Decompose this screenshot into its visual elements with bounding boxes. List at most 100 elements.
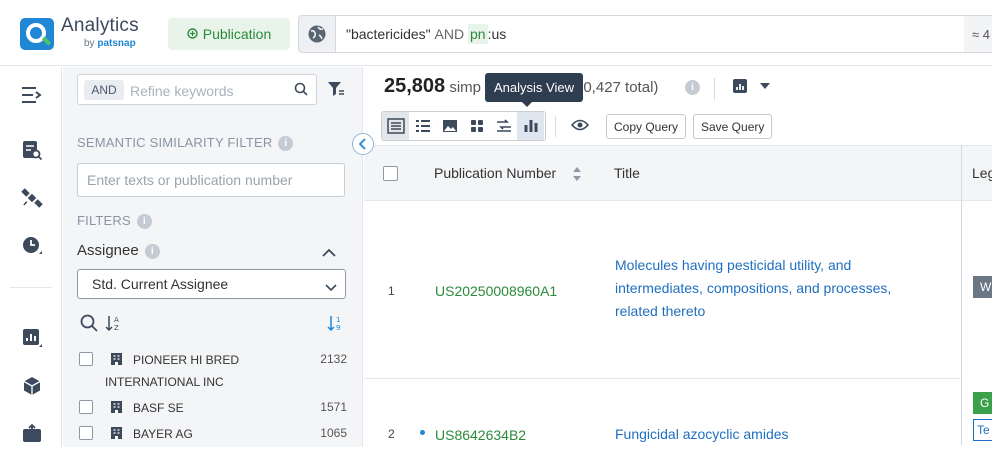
result-count: 25,808 simp 40,427 total) (384, 75, 481, 98)
analysis-view-button[interactable] (517, 112, 544, 140)
history-clock-icon[interactable] (17, 232, 47, 260)
semantic-similarity-input[interactable]: Enter texts or publication number (77, 163, 345, 197)
assignee-name: BASF SE (133, 397, 184, 419)
result-count-label: simp (449, 79, 481, 96)
assignee-item[interactable]: PIONEER HI BRED INTERNATIONAL INC 2132 (77, 352, 347, 392)
menu-expand-icon[interactable] (17, 81, 47, 109)
info-icon[interactable]: i (685, 79, 700, 97)
divider (555, 116, 556, 137)
search-query-input[interactable]: "bactericides" AND pn:us (335, 15, 992, 53)
and-operator-pill[interactable]: AND (84, 80, 124, 100)
col-title[interactable]: Title (614, 165, 640, 181)
table-header: Publication Number Title Leg (364, 145, 992, 201)
left-nav (0, 67, 62, 447)
table-row[interactable]: 2 US8642634B2 Fungicidal azocyclic amide… (364, 380, 961, 450)
sort-alpha-icon[interactable]: AZ (105, 314, 123, 337)
title-link[interactable]: Fungicidal azocyclic amides (615, 423, 915, 446)
col-publication-number[interactable]: Publication Number (434, 165, 556, 181)
row-number: 2 (388, 427, 395, 441)
info-icon[interactable]: i (278, 136, 293, 151)
assignee-name: PIONEER HI BRED (133, 349, 239, 371)
assignee-checkbox[interactable] (79, 400, 93, 414)
results-area: 25,808 simp 40,427 total) Analysis View … (364, 67, 992, 447)
query-term: "bactericides" (346, 26, 431, 42)
filters-heading: FILTERSi (77, 213, 152, 229)
chart-dropdown[interactable] (732, 78, 770, 94)
info-icon[interactable]: i (145, 244, 160, 259)
bar-chart-icon (732, 78, 748, 94)
assignee-type-select[interactable]: Std. Current Assignee (77, 269, 346, 299)
collapse-panel-button[interactable] (352, 133, 374, 155)
info-icon[interactable]: i (137, 214, 152, 229)
image-icon (442, 119, 458, 133)
chevron-up-icon[interactable] (322, 245, 336, 263)
folder-upload-icon[interactable] (17, 419, 47, 447)
search-icon[interactable] (80, 314, 98, 337)
title-link[interactable]: Molecules having pesticidal utility, and… (615, 254, 915, 323)
detail-view-button[interactable] (409, 112, 436, 140)
compare-view-button[interactable] (490, 112, 517, 140)
select-all-checkbox[interactable] (383, 166, 398, 181)
query-operator: AND (435, 26, 465, 42)
grid-icon (470, 119, 484, 133)
result-count-number: 25,808 (384, 75, 445, 97)
publication-number-link[interactable]: US20250008960A1 (435, 283, 557, 299)
grid-view-button[interactable] (463, 112, 490, 140)
nav-divider (10, 287, 52, 288)
publication-mode-button[interactable]: Publication (168, 18, 290, 50)
col-legal-status[interactable]: Leg (972, 165, 992, 181)
analytics-chart-icon[interactable] (17, 324, 47, 352)
assignee-item[interactable]: BASF SE 1571 (77, 400, 347, 420)
image-view-button[interactable] (436, 112, 463, 140)
approx-count: ≈ 4 (964, 16, 992, 52)
assignee-tools: AZ 19 (77, 313, 347, 333)
result-total: 40,427 total) (575, 79, 658, 96)
legal-status-badge: W (973, 276, 992, 298)
filter-settings-icon[interactable] (327, 81, 345, 102)
row-number: 1 (388, 284, 395, 298)
view-mode-toolbar (381, 111, 546, 141)
search-report-icon[interactable] (17, 136, 47, 164)
satellite-icon[interactable] (17, 184, 47, 212)
refine-placeholder: Refine keywords (130, 83, 234, 99)
sort-icon[interactable] (572, 166, 582, 187)
list-view-button[interactable] (382, 112, 409, 140)
assignee-item[interactable]: BAYER AG 1065 (77, 426, 347, 446)
search-icon[interactable] (294, 82, 308, 101)
svg-text:Z: Z (114, 324, 119, 332)
query-field: pn (468, 24, 488, 44)
assignee-count: 1571 (320, 400, 347, 414)
assignee-heading: Assigneei (77, 242, 160, 259)
cube-icon[interactable] (17, 372, 47, 400)
assignee-checkbox[interactable] (79, 426, 93, 440)
brand-subtitle: by patsnap (84, 38, 136, 49)
tooltip-arrow (521, 101, 533, 107)
globe-icon[interactable] (298, 15, 336, 53)
building-icon (110, 426, 123, 443)
brand-name: Analytics (61, 15, 139, 37)
detail-list-icon (415, 119, 431, 133)
list-icon (387, 118, 405, 134)
eye-icon[interactable] (571, 118, 589, 137)
query-value: :us (488, 26, 507, 42)
assignee-name-cont: INTERNATIONAL INC (105, 371, 224, 393)
sort-count-icon[interactable]: 19 (327, 314, 345, 337)
filter-panel: AND Refine keywords SEMANTIC SIMILARITY … (63, 67, 363, 447)
legal-status-badge: G (973, 392, 992, 414)
analysis-view-tooltip: Analysis View (485, 73, 583, 102)
semantic-filter-heading: SEMANTIC SIMILARITY FILTERi (77, 135, 293, 151)
save-query-button[interactable]: Save Query (693, 114, 772, 139)
patsnap-logo[interactable] (20, 18, 54, 50)
assignee-count: 2132 (320, 352, 347, 366)
caret-down-icon (760, 83, 770, 89)
building-icon (110, 352, 123, 369)
table-row[interactable]: 1 US20250008960A1 Molecules having pesti… (364, 202, 961, 379)
building-icon (110, 400, 123, 417)
unread-dot (420, 430, 425, 435)
publication-number-link[interactable]: US8642634B2 (435, 427, 526, 443)
assignee-checkbox[interactable] (79, 352, 93, 366)
copy-query-button[interactable]: Copy Query (606, 114, 686, 139)
refine-keywords-input[interactable]: AND Refine keywords (77, 74, 317, 105)
svg-text:A: A (114, 316, 119, 324)
chevron-left-icon (358, 138, 368, 150)
